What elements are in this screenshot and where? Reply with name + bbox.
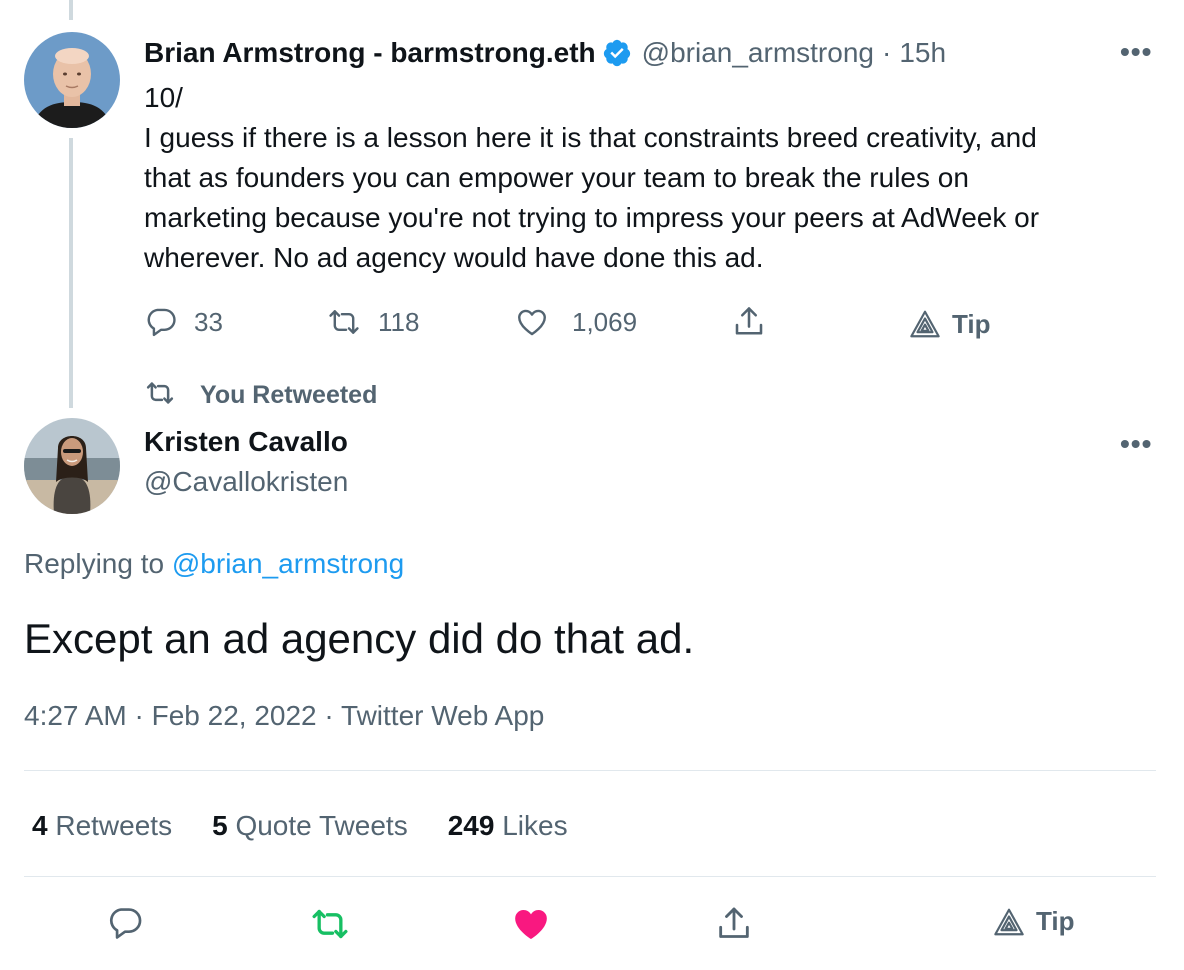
replying-to: Replying to @brian_armstrong bbox=[24, 548, 404, 580]
quotes-count: 5 bbox=[212, 810, 228, 841]
like-button[interactable] bbox=[510, 904, 552, 944]
tweet-text-line: wherever. No ad agency would have done t… bbox=[144, 242, 764, 273]
reply-count: 33 bbox=[194, 306, 223, 337]
retweet-count: 118 bbox=[378, 306, 420, 337]
quotes-label: Quote Tweets bbox=[235, 810, 408, 841]
reply-icon bbox=[144, 305, 178, 339]
divider bbox=[24, 876, 1156, 877]
retweet-icon bbox=[308, 904, 352, 944]
heart-filled-icon bbox=[510, 904, 552, 944]
author-handle[interactable]: @Cavallokristen bbox=[144, 466, 348, 498]
tweet-text-line: I guess if there is a lesson here it is … bbox=[144, 122, 1037, 153]
more-options-icon[interactable]: ••• bbox=[1120, 36, 1152, 68]
tip-button[interactable]: Tip bbox=[908, 304, 991, 344]
tip-icon bbox=[992, 907, 1026, 937]
tweet-text-line: 10/ bbox=[144, 82, 183, 113]
avatar-brian-armstrong[interactable] bbox=[24, 32, 120, 128]
share-icon bbox=[714, 904, 754, 944]
like-button[interactable]: 1,069 bbox=[514, 302, 637, 342]
timestamp[interactable]: 15h bbox=[899, 37, 946, 69]
retweets-count: 4 bbox=[32, 810, 48, 841]
retweets-label: Retweets bbox=[55, 810, 173, 841]
heart-icon bbox=[514, 305, 550, 339]
author-handle[interactable]: @brian_armstrong bbox=[642, 37, 874, 69]
retweet-context: You Retweeted bbox=[144, 378, 377, 412]
separator: · bbox=[881, 37, 892, 68]
tweet-text: 10/ I guess if there is a lesson here it… bbox=[144, 78, 1144, 278]
share-icon bbox=[731, 304, 767, 340]
replying-handle-link[interactable]: @brian_armstrong bbox=[172, 548, 404, 579]
retweet-icon bbox=[326, 305, 362, 339]
retweets-stat[interactable]: 4 Retweets bbox=[32, 810, 172, 842]
author-name[interactable]: Brian Armstrong - barmstrong.eth bbox=[144, 37, 596, 69]
retweet-context-label: You Retweeted bbox=[200, 380, 378, 409]
tweet-text-line: that as founders you can empower your te… bbox=[144, 162, 969, 193]
main-tweet-text: Except an ad agency did do that ad. bbox=[24, 615, 695, 662]
likes-stat[interactable]: 249 Likes bbox=[448, 810, 568, 842]
thread-line bbox=[69, 0, 73, 20]
avatar-kristen-cavallo[interactable] bbox=[24, 418, 120, 514]
likes-label: Likes bbox=[502, 810, 568, 841]
tweet-stats: 4 Retweets 5 Quote Tweets 249 Likes bbox=[32, 806, 568, 846]
quotes-stat[interactable]: 5 Quote Tweets bbox=[212, 810, 408, 842]
retweet-button[interactable] bbox=[308, 904, 352, 944]
more-options-icon[interactable]: ••• bbox=[1120, 428, 1152, 460]
replying-prefix: Replying to bbox=[24, 548, 165, 579]
likes-count: 249 bbox=[447, 810, 495, 841]
share-button[interactable] bbox=[731, 302, 767, 342]
divider bbox=[24, 770, 1156, 771]
reply-icon bbox=[106, 904, 144, 942]
author-name[interactable]: Kristen Cavallo bbox=[144, 426, 348, 458]
tip-icon bbox=[908, 309, 942, 339]
thread-line bbox=[69, 138, 73, 408]
reply-button[interactable] bbox=[106, 904, 144, 942]
retweet-context-icon bbox=[144, 378, 176, 413]
tip-label: Tip bbox=[1036, 906, 1075, 936]
verified-badge-icon bbox=[602, 38, 632, 68]
tip-label: Tip bbox=[952, 308, 991, 339]
retweet-button[interactable]: 118 bbox=[326, 302, 419, 342]
tweet-meta[interactable]: 4:27 AM · Feb 22, 2022 · Twitter Web App bbox=[24, 700, 544, 732]
tip-button[interactable]: Tip bbox=[992, 906, 1075, 937]
tweet-text-line: marketing because you're not trying to i… bbox=[144, 202, 1040, 233]
share-button[interactable] bbox=[714, 904, 754, 944]
reply-button[interactable]: 33 bbox=[144, 302, 223, 342]
like-count: 1,069 bbox=[572, 306, 638, 337]
